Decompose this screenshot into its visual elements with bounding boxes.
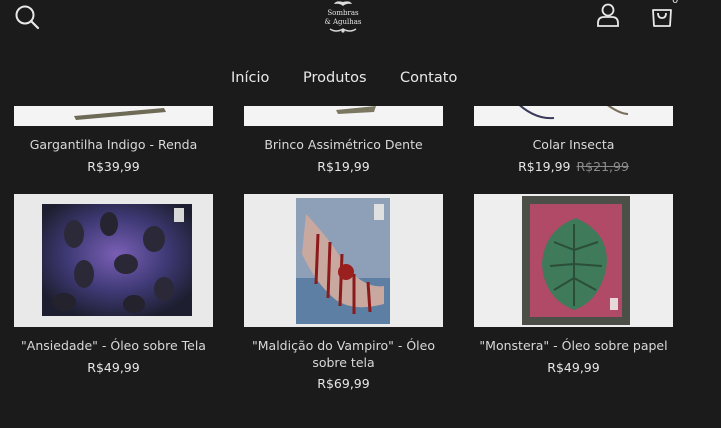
nav-item-produtos[interactable]: Produtos (303, 70, 367, 86)
logo-text-line: & Agulhas (324, 18, 361, 26)
search-icon (15, 5, 40, 30)
product-image[interactable] (474, 194, 673, 327)
cart-button[interactable] (650, 2, 674, 28)
user-icon (597, 3, 619, 27)
product-title-line: "Monstera" - Óleo sobre papel (479, 338, 668, 353)
product-price: R$39,99 (87, 159, 140, 174)
logo-text-line: Sombras (327, 9, 359, 17)
nav-item-contato[interactable]: Contato (400, 70, 457, 86)
product-old-price: R$21,99 (576, 159, 629, 174)
product-price: R$19,99 (317, 159, 370, 174)
cart-count-badge: 0 (672, 0, 679, 6)
product-image[interactable] (244, 194, 443, 327)
product-title[interactable]: "Ansiedade" - Óleo sobre Tela (14, 337, 213, 354)
product-title[interactable]: Colar Insecta (474, 136, 673, 153)
product-title-line: sobre tela (312, 355, 375, 370)
product-image[interactable] (14, 194, 213, 327)
site-header: Sombras & Agulhas 0 Início Produtos Cont… (0, 0, 721, 106)
main-nav: Início Produtos Contato (0, 70, 721, 92)
site-logo[interactable]: Sombras & Agulhas (322, 0, 364, 36)
product-title-line: "Ansiedade" - Óleo sobre Tela (21, 338, 206, 353)
account-button[interactable] (596, 2, 620, 28)
product-price-row: R$19,99 R$21,99 (474, 159, 673, 174)
product-title[interactable]: "Maldição do Vampiro" - Óleo sobre tela (244, 337, 443, 371)
product-price: R$69,99 (317, 376, 370, 391)
shopping-bag-icon (652, 9, 672, 27)
search-button[interactable] (14, 4, 40, 30)
product-title[interactable]: Gargantilha Indigo - Renda (14, 136, 213, 153)
logo-emblem: Sombras & Agulhas (324, 1, 362, 33)
painting-monstera (474, 194, 673, 327)
product-title[interactable]: Brinco Assimétrico Dente (244, 136, 443, 153)
product-price: R$49,99 (547, 360, 600, 375)
painting-ansiedade (14, 194, 213, 327)
product-title[interactable]: "Monstera" - Óleo sobre papel (474, 337, 673, 354)
product-title-line: "Maldição do Vampiro" - Óleo (252, 338, 435, 353)
product-price: R$19,99 (518, 159, 571, 174)
nav-item-inicio[interactable]: Início (231, 70, 269, 86)
painting-maldicao-vampiro (244, 194, 443, 327)
product-price: R$49,99 (87, 360, 140, 375)
